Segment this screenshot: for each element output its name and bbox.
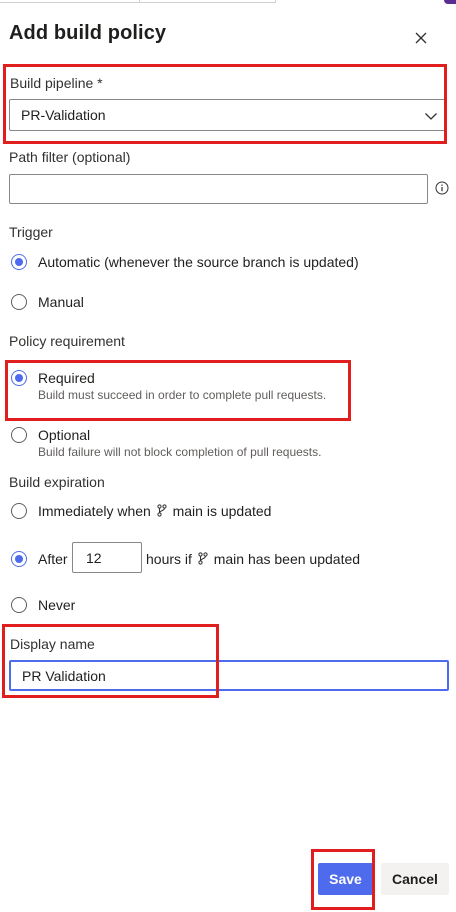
trigger-automatic-option[interactable]: Automatic (whenever the source branch is…	[11, 254, 359, 270]
expiration-immediately-prefix: Immediately when	[38, 503, 151, 519]
expiration-after-suffix-b: main has been updated	[213, 551, 361, 567]
trigger-label: Trigger	[9, 224, 53, 240]
radio-unchecked[interactable]	[11, 503, 27, 519]
expiration-hours-input[interactable]	[72, 542, 142, 573]
build-pipeline-label: Build pipeline *	[10, 75, 103, 91]
path-filter-input[interactable]	[9, 174, 428, 204]
expiration-immediately-option[interactable]: Immediately when main is updated	[11, 503, 271, 519]
radio-checked[interactable]	[11, 254, 27, 270]
policy-optional-description: Build failure will not block completion …	[38, 445, 322, 459]
expiration-immediately-suffix: main is updated	[172, 503, 272, 519]
policy-required-option[interactable]: Required Build must succeed in order to …	[11, 370, 326, 402]
build-expiration-label: Build expiration	[9, 474, 105, 490]
display-name-label: Display name	[10, 636, 95, 652]
info-icon[interactable]	[435, 181, 449, 195]
path-filter-label: Path filter (optional)	[9, 149, 131, 165]
branch-icon	[198, 552, 208, 565]
tab-strip-segment	[0, 0, 140, 3]
radio-unchecked[interactable]	[11, 294, 27, 310]
branch-icon	[157, 504, 167, 517]
policy-requirement-label: Policy requirement	[9, 333, 125, 349]
expiration-after-suffix-group: hours if main has been updated	[146, 551, 360, 567]
tab-strip-segment	[140, 0, 276, 3]
dialog-title: Add build policy	[9, 22, 167, 44]
expiration-never-label: Never	[38, 597, 76, 613]
policy-optional-label: Optional	[38, 427, 91, 443]
chevron-down-icon	[425, 113, 437, 120]
trigger-manual-option[interactable]: Manual	[11, 294, 84, 310]
radio-checked[interactable]	[11, 551, 27, 567]
cancel-button[interactable]: Cancel	[381, 863, 449, 895]
radio-checked[interactable]	[11, 370, 27, 386]
trigger-automatic-label: Automatic (whenever the source branch is…	[38, 254, 359, 270]
close-icon[interactable]	[413, 30, 429, 46]
save-button[interactable]: Save	[318, 863, 373, 895]
expiration-after-prefix: After	[38, 551, 68, 567]
expiration-after-suffix-a: hours if	[146, 551, 192, 567]
policy-optional-option[interactable]: Optional Build failure will not block co…	[11, 427, 321, 459]
expiration-after-option[interactable]: After	[11, 551, 68, 567]
policy-required-label: Required	[38, 370, 95, 386]
build-pipeline-value: PR-Validation	[21, 107, 106, 123]
radio-unchecked[interactable]	[11, 597, 27, 613]
policy-required-description: Build must succeed in order to complete …	[38, 388, 327, 402]
expiration-never-option[interactable]: Never	[11, 597, 75, 613]
accent-corner	[444, 0, 456, 4]
radio-unchecked[interactable]	[11, 427, 27, 443]
trigger-manual-label: Manual	[38, 294, 84, 310]
build-pipeline-dropdown[interactable]: PR-Validation	[9, 99, 447, 131]
display-name-input[interactable]	[9, 660, 449, 691]
top-tab-strip	[0, 0, 456, 4]
